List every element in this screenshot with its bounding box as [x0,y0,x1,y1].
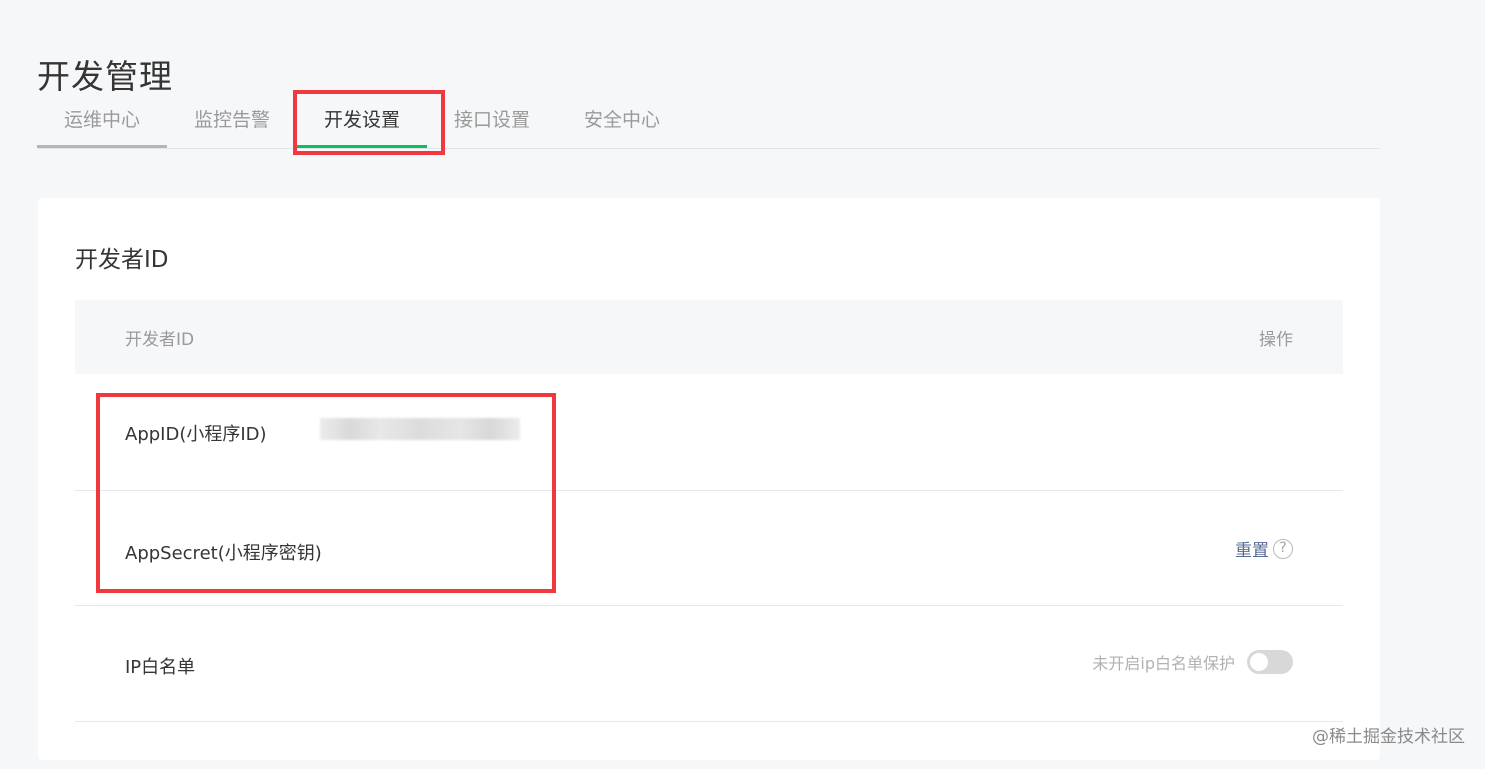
appsecret-label: AppSecret(小程序密钥) [125,543,322,564]
ip-whitelist-toggle[interactable] [1247,650,1293,674]
toggle-knob [1250,653,1268,671]
column-header-developer-id: 开发者ID [125,330,195,350]
developer-id-card: 开发者ID 开发者ID 操作 AppID(小程序ID) AppSecret(小程… [38,198,1380,760]
tab-dev-settings[interactable]: 开发设置 [297,96,427,148]
appid-label: AppID(小程序ID) [125,424,267,445]
card-title: 开发者ID [75,247,169,273]
table-row-ip-whitelist: IP白名单 未开启ip白名单保护 [75,606,1343,722]
tab-monitoring-alerts[interactable]: 监控告警 [167,96,297,147]
column-header-action: 操作 [1259,330,1293,350]
tab-security-center[interactable]: 安全中心 [557,96,687,147]
appsecret-actions: 重置 ? [1235,536,1293,561]
tab-bar: 运维中心 监控告警 开发设置 接口设置 安全中心 [37,96,1380,149]
reset-secret-button[interactable]: 重置 [1235,536,1269,561]
page-title: 开发管理 [37,57,173,97]
tab-api-settings[interactable]: 接口设置 [427,96,557,147]
ip-whitelist-status: 未开启ip白名单保护 [1092,654,1235,673]
watermark: @稀土掘金技术社区 [1312,727,1465,747]
ip-whitelist-label: IP白名单 [125,657,196,678]
question-circle-icon[interactable]: ? [1273,538,1293,559]
tab-ops-center[interactable]: 运维中心 [37,96,167,148]
table-row-appsecret: AppSecret(小程序密钥) 重置 ? [75,490,1343,606]
ip-whitelist-actions: 未开启ip白名单保护 [1092,650,1293,674]
appid-value-redacted [320,418,520,440]
table-row-appid: AppID(小程序ID) [75,374,1343,491]
table-header: 开发者ID 操作 [75,300,1343,374]
